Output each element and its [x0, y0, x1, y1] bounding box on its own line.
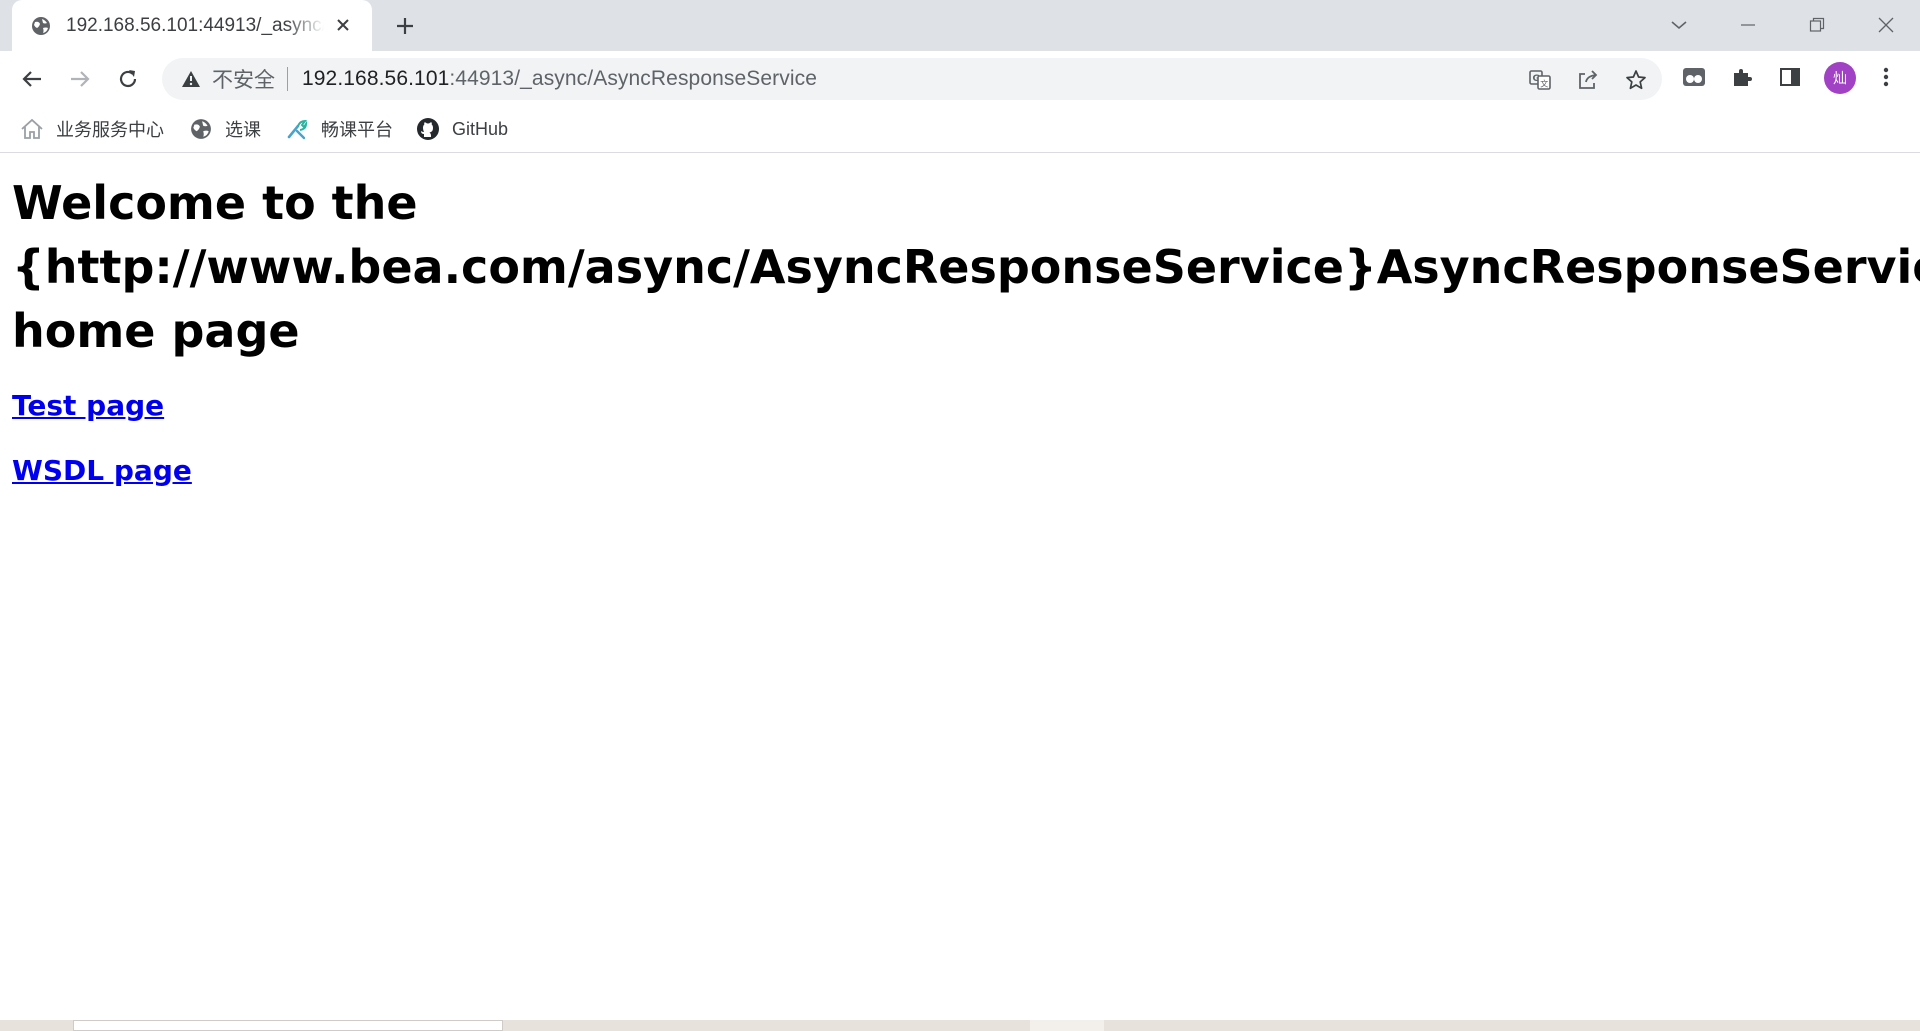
browser-tab-active[interactable]: 192.168.56.101:44913/_async/AsyncRespons… [12, 0, 372, 51]
media-icon[interactable] [1680, 63, 1708, 91]
bookmarks-bar: 业务服务中心 选课 畅课平台 GitHub [0, 106, 1920, 153]
translate-icon[interactable]: G文 [1528, 68, 1552, 92]
globe-icon [189, 117, 213, 141]
taskbar-window-thumbnail[interactable] [73, 1020, 503, 1031]
taskbar-highlight [1030, 1020, 1104, 1031]
extensions-puzzle-icon[interactable] [1728, 63, 1756, 91]
back-arrow-icon[interactable] [17, 64, 47, 94]
browser-toolbar: 不安全 192.168.56.101:44913/_async/AsyncRes… [0, 51, 1920, 106]
test-page-link[interactable]: Test page [12, 389, 164, 422]
chevron-down-icon[interactable] [1664, 12, 1694, 38]
star-icon[interactable] [1624, 68, 1648, 92]
wsdl-page-link[interactable]: WSDL page [12, 454, 192, 487]
test-page-paragraph: Test page [12, 389, 164, 422]
house-icon [20, 117, 44, 141]
bookmark-item[interactable]: GitHub [416, 114, 508, 144]
security-label[interactable]: 不安全 [212, 64, 275, 94]
tab-strip: 192.168.56.101:44913/_async/AsyncRespons… [0, 0, 1920, 51]
restore-icon[interactable] [1802, 12, 1832, 38]
avatar[interactable]: 灿 [1824, 62, 1856, 94]
kebab-menu-icon[interactable] [1872, 63, 1900, 91]
github-icon [416, 117, 440, 141]
page-title-line-2: {http://www.bea.com/async/AsyncResponseS… [12, 240, 1920, 294]
globe-icon [30, 15, 52, 37]
bookmark-label: 选课 [225, 120, 261, 140]
bookmark-label: GitHub [452, 118, 509, 139]
tab-title: 192.168.56.101:44913/_async/AsyncRespons… [66, 14, 324, 36]
url-path: :44913/_async/AsyncResponseService [449, 67, 817, 90]
wsdl-page-paragraph: WSDL page [12, 454, 192, 487]
taskbar [0, 1020, 1920, 1031]
minimize-icon[interactable] [1733, 12, 1763, 38]
address-bar[interactable]: 不安全 192.168.56.101:44913/_async/AsyncRes… [162, 58, 1662, 100]
tool-icon [285, 117, 309, 141]
page-content: Welcome to the {http://www.bea.com/async… [12, 153, 1920, 487]
side-panel-icon[interactable] [1776, 63, 1804, 91]
window-close-icon[interactable] [1871, 12, 1901, 38]
forward-arrow-icon[interactable] [65, 64, 95, 94]
close-icon[interactable] [332, 14, 354, 36]
plus-icon[interactable] [392, 13, 418, 39]
bookmark-item[interactable]: 选课 [189, 114, 261, 144]
bookmark-label: 畅课平台 [321, 120, 393, 140]
page-title-line-3: home page [12, 304, 300, 358]
bookmark-item[interactable]: 业务服务中心 [20, 114, 164, 144]
page-title-line-1: Welcome to the [12, 176, 418, 230]
svg-text:文: 文 [1540, 79, 1548, 89]
divider [287, 67, 288, 91]
bookmark-item[interactable]: 畅课平台 [285, 114, 393, 144]
share-icon[interactable] [1576, 68, 1600, 92]
reload-icon[interactable] [113, 64, 143, 94]
warning-icon[interactable] [180, 68, 202, 90]
url-host: 192.168.56.101 [302, 67, 450, 90]
page-title: Welcome to the {http://www.bea.com/async… [12, 171, 1920, 363]
bookmark-label: 业务服务中心 [56, 120, 164, 140]
url-text[interactable]: 192.168.56.101:44913/_async/AsyncRespons… [302, 67, 817, 91]
